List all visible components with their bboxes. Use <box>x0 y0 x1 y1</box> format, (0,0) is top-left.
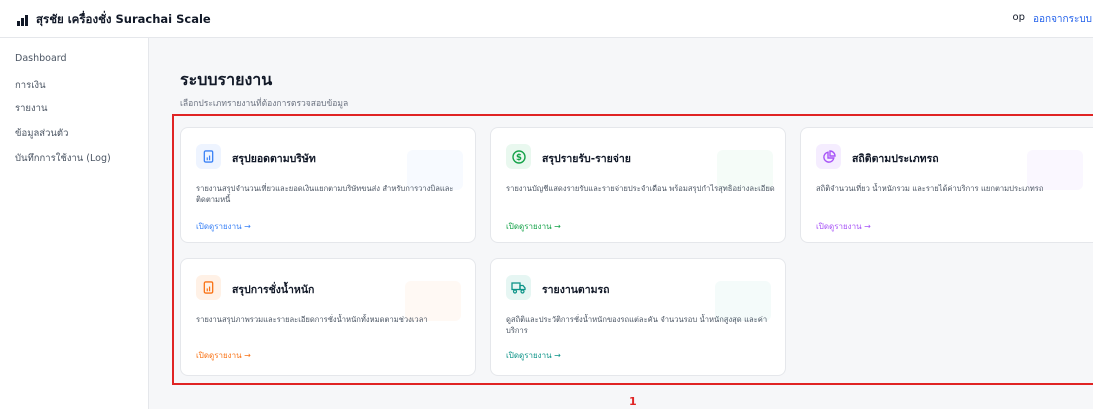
card-title: สรุปยอดตามบริษัท <box>232 153 316 165</box>
user-name: op <box>1012 12 1025 23</box>
open-report-link[interactable]: เปิดดูรายงาน → <box>196 349 251 362</box>
card-description: รายงานสรุปจำนวนเที่ยวและยอดเงินแยกตามบริ… <box>196 184 454 204</box>
highlight-number: 1 <box>629 395 637 408</box>
sidebar-item-dashboard[interactable]: Dashboard <box>15 53 67 64</box>
card-title: รายงานตามรถ <box>542 284 610 296</box>
sidebar: Dashboard การเงิน รายงาน ข้อมูลส่วนตัว บ… <box>0 38 149 409</box>
card-description: รายงานบัญชีแสดงรายรับและรายจ่ายประจำเดือ… <box>506 184 775 193</box>
document-chart-icon <box>196 144 221 169</box>
card-description: ดูสถิติและประวัติการชั่งน้ำหนักของรถแต่ล… <box>506 315 768 335</box>
svg-text:$: $ <box>516 153 522 163</box>
sidebar-item-reports[interactable]: รายงาน <box>15 101 47 116</box>
document-chart-icon <box>196 275 221 300</box>
dollar-circle-icon: $ <box>506 144 531 169</box>
page-title: ระบบรายงาน <box>180 70 273 89</box>
sidebar-item-profile[interactable]: ข้อมูลส่วนตัว <box>15 126 68 141</box>
logout-link[interactable]: ออกจากระบบ <box>1033 12 1093 27</box>
report-card-by-vehicle[interactable]: รายงานตามรถ ดูสถิติและประวัติการชั่งน้ำห… <box>490 258 786 376</box>
open-report-link[interactable]: เปิดดูรายงาน → <box>816 220 871 233</box>
card-title: สรุปรายรับ-รายจ่าย <box>542 153 631 165</box>
card-title: สถิติตามประเภทรถ <box>852 153 939 165</box>
sidebar-item-finance[interactable]: การเงิน <box>15 78 46 93</box>
report-card-weighing[interactable]: สรุปการชั่งน้ำหนัก รายงานสรุปภาพรวมและรา… <box>180 258 476 376</box>
card-title: สรุปการชั่งน้ำหนัก <box>232 284 315 296</box>
report-card-income-expense[interactable]: $ สรุปรายรับ-รายจ่าย รายงานบัญชีแสดงรายร… <box>490 127 786 243</box>
sidebar-item-log[interactable]: บันทึกการใช้งาน (Log) <box>15 151 111 166</box>
page-subtitle: เลือกประเภทรายงานที่ต้องการตรวจสอบข้อมูล <box>180 99 349 109</box>
open-report-link[interactable]: เปิดดูรายงาน → <box>506 220 561 233</box>
open-report-link[interactable]: เปิดดูรายงาน → <box>196 220 251 233</box>
top-bar: สุรชัย เครื่องชั่ง Surachai Scale op ออก… <box>0 0 1093 38</box>
scale-icon <box>17 14 28 26</box>
report-card-vehicle-type[interactable]: สถิติตามประเภทรถ สถิติจำนวนเที่ยว น้ำหนั… <box>800 127 1093 243</box>
card-description: รายงานสรุปภาพรวมและรายละเอียดการชั่งน้ำห… <box>196 315 428 324</box>
report-card-company[interactable]: สรุปยอดตามบริษัท รายงานสรุปจำนวนเที่ยวแล… <box>180 127 476 243</box>
truck-icon <box>506 275 531 300</box>
open-report-link[interactable]: เปิดดูรายงาน → <box>506 349 561 362</box>
card-description: สถิติจำนวนเที่ยว น้ำหนักรวม และรายได้ค่า… <box>816 184 1044 193</box>
brand[interactable]: สุรชัย เครื่องชั่ง Surachai Scale <box>17 11 211 29</box>
pie-chart-icon <box>816 144 841 169</box>
app-title: สุรชัย เครื่องชั่ง Surachai Scale <box>36 12 211 26</box>
